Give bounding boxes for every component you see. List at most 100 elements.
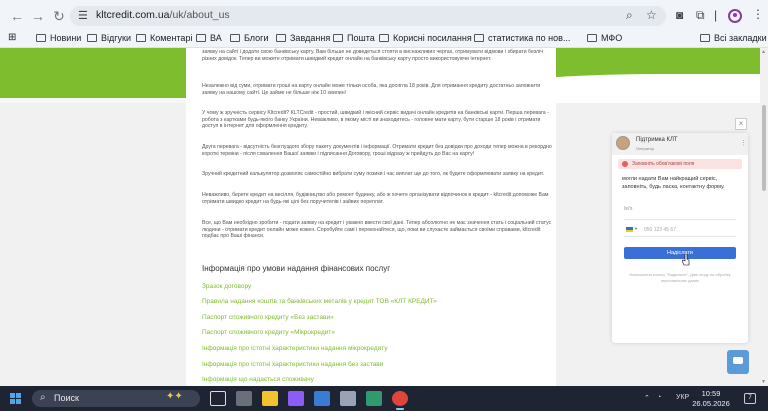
doc-link[interactable]: Інформація про істотні характеристики на…	[202, 345, 388, 352]
bookmark-label: статистика по нов...	[488, 33, 571, 43]
forward-icon[interactable]: →	[29, 7, 47, 25]
active-app-indicator	[396, 408, 404, 410]
ukraine-flag-icon[interactable]	[626, 227, 633, 232]
site-info-icon[interactable]: ☰	[78, 9, 88, 22]
url-text: kltcredit.com.ua/uk/about_us	[96, 9, 230, 21]
name-field-underline	[624, 219, 736, 220]
bookmark-label: Блоги	[244, 33, 269, 43]
name-field[interactable]: Ім'я	[624, 206, 633, 212]
bookmark-tasks[interactable]: Завдання	[276, 33, 330, 43]
profile-avatar-icon[interactable]	[728, 9, 742, 23]
chat-header: Підтримка КЛТ Оператор ⋮	[612, 133, 748, 155]
folder-icon	[474, 34, 484, 42]
taskbar-search[interactable]: ⌕ Поиск ✦✦	[32, 390, 200, 407]
phone-field-underline	[624, 236, 736, 237]
language-indicator[interactable]: УКР	[676, 394, 689, 401]
bookmark-label: Корисні посилання	[393, 33, 472, 43]
chat-menu-icon[interactable]: ⋮	[740, 139, 747, 147]
folder-icon	[36, 34, 46, 42]
agent-role: Оператор	[636, 146, 655, 151]
article-paragraph: заявку на сайті і додати свою банківську…	[202, 49, 543, 62]
bookmark-blogs[interactable]: Блоги	[230, 33, 268, 43]
browser-toolbar: ← → ↻ ☰ kltcredit.com.ua/uk/about_us ⌕ ☆…	[0, 0, 768, 32]
chrome-icon[interactable]	[392, 391, 408, 406]
phone-field[interactable]: 050 123 45 67	[644, 227, 676, 233]
alert-icon	[622, 161, 628, 167]
article-paragraph: Неважливо, берете кредит на весілля, буд…	[202, 192, 549, 205]
bookmark-news[interactable]: Новини	[36, 33, 81, 43]
chevron-up-icon[interactable]: ⌃	[644, 394, 650, 402]
clock-date: 26.05.2026	[692, 399, 730, 408]
back-icon[interactable]: ←	[8, 7, 26, 25]
notification-badge[interactable]: 7	[744, 393, 756, 404]
url-host: kltcredit.com.ua	[96, 9, 170, 21]
windows-start-icon[interactable]	[10, 393, 21, 404]
folder-icon	[700, 34, 710, 42]
address-bar[interactable]: ☰ kltcredit.com.ua/uk/about_us ⌕ ☆	[70, 6, 666, 26]
task-view-icon[interactable]	[210, 391, 226, 406]
article-paragraph: Зручний кредитний калькулятор дозволяє с…	[202, 171, 545, 177]
bookmark-label: Новини	[50, 33, 82, 43]
doc-link[interactable]: Паспорт споживчого кредиту «Без застави»	[202, 314, 334, 321]
folder-icon	[136, 34, 146, 42]
bookmark-label: Всі закладки	[714, 33, 767, 43]
bookmark-mfo[interactable]: МФО	[587, 33, 622, 43]
bookmark-label: Коментарі	[150, 33, 193, 43]
folder-icon	[87, 34, 97, 42]
taskbar: ⌕ Поиск ✦✦ ⌃ ◔ УКР 10:59 26.05.2026 7	[0, 386, 768, 411]
folder-icon	[230, 34, 240, 42]
apps-grid-icon[interactable]: ⊞	[8, 32, 16, 43]
doc-link[interactable]: Зразок договору	[202, 283, 251, 290]
store-icon[interactable]	[314, 391, 330, 406]
folder-icon	[276, 34, 286, 42]
scroll-down-icon[interactable]: ▼	[761, 379, 766, 385]
menu-icon[interactable]: ⋮	[752, 7, 764, 21]
bookmark-label: ВА	[210, 33, 222, 43]
copilot-sparkle-icon: ✦✦	[166, 391, 183, 402]
scrollbar-thumb[interactable]	[762, 105, 766, 191]
bookmark-stats[interactable]: статистика по нов...	[474, 33, 570, 43]
bookmark-label: Завдання	[290, 33, 331, 43]
widgets-icon[interactable]	[236, 391, 252, 406]
article-paragraph: Все, що Вам необхідно зробити - подати з…	[202, 220, 552, 240]
divider-icon: |	[714, 8, 718, 22]
chat-open-button[interactable]	[727, 350, 749, 374]
reload-icon[interactable]: ↻	[50, 7, 68, 25]
app-icon[interactable]	[366, 391, 382, 406]
agent-name: Підтримка КЛТ	[636, 137, 678, 143]
bookmark-label: Пошта	[347, 33, 375, 43]
bookmark-all[interactable]: Всі закладки	[700, 33, 767, 43]
clock[interactable]: 10:59 26.05.2026	[689, 389, 733, 409]
section-title: Інформація про умови надання фінансових …	[202, 264, 391, 273]
bookmark-useful-links[interactable]: Корисні посилання	[379, 33, 472, 43]
app-icon[interactable]	[340, 391, 356, 406]
bookmark-reviews[interactable]: Відгуки	[87, 33, 131, 43]
folder-icon	[333, 34, 343, 42]
zoom-icon[interactable]: ⌕	[626, 8, 633, 23]
chat-message: могли надати Вам найкращий сервіс, запов…	[622, 176, 725, 190]
bookmark-comments[interactable]: Коментарі	[136, 33, 192, 43]
chevron-down-icon[interactable]: ▼	[634, 226, 638, 231]
bookmark-va[interactable]: ВА	[196, 33, 222, 43]
page-scrollbar[interactable]	[760, 48, 768, 386]
hand-cursor-icon	[682, 254, 690, 266]
bookmark-label: МФО	[601, 33, 623, 43]
doc-link[interactable]: Паспорт споживчого кредиту «Мікрокредит»	[202, 329, 335, 336]
camera-icon[interactable]: ◙	[676, 8, 683, 22]
copilot-icon[interactable]	[288, 391, 304, 406]
star-icon[interactable]: ☆	[646, 8, 657, 22]
bookmark-mail[interactable]: Пошта	[333, 33, 375, 43]
clock-time: 10:59	[701, 389, 721, 398]
doc-link[interactable]: Інформація що надається споживачу	[202, 376, 314, 383]
doc-link[interactable]: Інформація про істотні характеристики на…	[202, 361, 383, 368]
doc-link[interactable]: Правила надання коштів та банківських ме…	[202, 298, 437, 305]
article-paragraph: У чому ж зручність сервісу Kltcredit? KL…	[202, 110, 549, 130]
wifi-icon[interactable]: ◔	[657, 394, 661, 401]
chat-close-button[interactable]: ×	[735, 118, 747, 130]
scroll-up-icon[interactable]: ▲	[761, 49, 766, 55]
extensions-icon[interactable]: ⧉	[696, 8, 705, 23]
bookmarks-bar: ⊞ Новини Відгуки Коментарі ВА Блоги Завд…	[0, 32, 768, 48]
send-button[interactable]: Надіслати	[624, 247, 736, 259]
file-explorer-icon[interactable]	[262, 391, 278, 406]
article-paragraph: Друга перевага - відсутність безглуздого…	[202, 144, 552, 157]
